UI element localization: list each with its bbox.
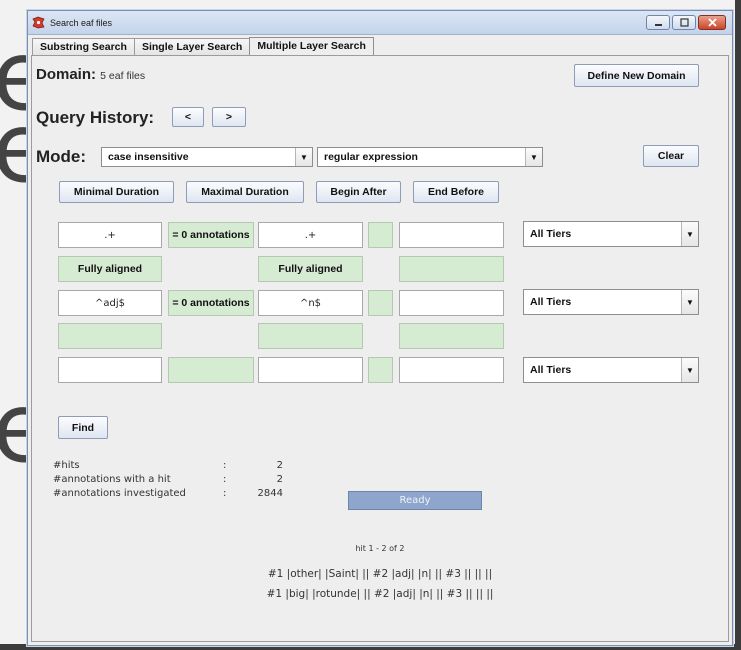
chevron-down-icon: ▼ <box>681 222 698 246</box>
end-before-button[interactable]: End Before <box>413 181 499 203</box>
begin-after-button[interactable]: Begin After <box>316 181 401 203</box>
domain-row: Domain: 5 eaf files <box>36 66 145 83</box>
result-line[interactable]: #1 |other| |Saint| || #2 |adj| |n| || #3… <box>32 568 728 580</box>
query-field-row1-col2[interactable]: .+ <box>258 222 363 248</box>
annotations-hit-value: 2 <box>276 473 283 485</box>
annotations-investigated-label: #annotations investigated <box>53 487 186 499</box>
clear-button[interactable]: Clear <box>643 145 699 167</box>
query-field-row1-col3[interactable] <box>399 222 504 248</box>
minimize-button[interactable] <box>646 15 670 30</box>
title-bar[interactable]: Search eaf files <box>28 11 732 35</box>
relation-row1-col2[interactable] <box>368 222 393 248</box>
alignment-row1-col1[interactable]: Fully aligned <box>58 256 162 282</box>
tier-select-row2-value: All Tiers <box>530 296 572 308</box>
define-new-domain-button[interactable]: Define New Domain <box>574 64 699 87</box>
annotations-hit-label: #annotations with a hit <box>53 473 171 485</box>
hits-label: #hits <box>53 459 80 471</box>
domain-label: Domain: <box>36 66 96 83</box>
tier-select-row1[interactable]: All Tiers ▼ <box>523 221 699 247</box>
close-button[interactable] <box>698 15 726 30</box>
app-icon <box>32 16 45 29</box>
relation-row3-col2[interactable] <box>368 357 393 383</box>
tab-bar: Substring Search Single Layer Search Mul… <box>32 37 374 55</box>
alignment-row2-col3[interactable] <box>399 323 504 349</box>
maximize-icon <box>679 18 689 27</box>
chevron-down-icon: ▼ <box>681 358 698 382</box>
annotations-investigated-value: 2844 <box>257 487 283 499</box>
statistics: #hits : 2 #annotations with a hit : 2 #a… <box>53 458 283 500</box>
relation-row2[interactable]: = 0 annotations <box>168 290 254 316</box>
status-bar: Ready <box>348 491 482 510</box>
search-window: Search eaf files Substring Search Single… <box>27 10 733 646</box>
search-type-value: regular expression <box>324 151 418 163</box>
query-field-row2-col1[interactable]: ^adj$ <box>58 290 162 316</box>
stat-separator: : <box>223 473 227 485</box>
relation-row2-col2[interactable] <box>368 290 393 316</box>
minimal-duration-button[interactable]: Minimal Duration <box>59 181 174 203</box>
hit-range: hit 1 - 2 of 2 <box>355 544 405 553</box>
chevron-down-icon: ▼ <box>295 148 312 166</box>
mode-label: Mode: <box>36 147 87 166</box>
query-field-row2-col3[interactable] <box>399 290 504 316</box>
result-line[interactable]: #1 |big| |rotunde| || #2 |adj| |n| || #3… <box>32 588 728 600</box>
query-field-row3-col2[interactable] <box>258 357 363 383</box>
tab-single-layer-search[interactable]: Single Layer Search <box>133 38 251 55</box>
tier-select-row1-value: All Tiers <box>530 228 572 240</box>
chevron-down-icon: ▼ <box>681 290 698 314</box>
tab-substring-search[interactable]: Substring Search <box>32 38 135 55</box>
relation-row3[interactable] <box>168 357 254 383</box>
hits-value: 2 <box>276 459 283 471</box>
case-mode-value: case insensitive <box>108 151 189 163</box>
history-prev-button[interactable]: < <box>172 107 204 127</box>
alignment-row1-col2[interactable]: Fully aligned <box>258 256 363 282</box>
close-icon <box>707 18 717 27</box>
query-field-row2-col2[interactable]: ^n$ <box>258 290 363 316</box>
tab-content: Domain: 5 eaf files Define New Domain Qu… <box>31 55 729 642</box>
tier-select-row3[interactable]: All Tiers ▼ <box>523 357 699 383</box>
stat-separator: : <box>223 459 227 471</box>
window-title: Search eaf files <box>50 17 113 28</box>
maximal-duration-button[interactable]: Maximal Duration <box>186 181 304 203</box>
desktop-edge <box>735 0 741 650</box>
stat-separator: : <box>223 487 227 499</box>
query-history-label: Query History: <box>36 108 155 127</box>
domain-value: 5 eaf files <box>100 70 146 82</box>
tier-select-row2[interactable]: All Tiers ▼ <box>523 289 699 315</box>
tier-select-row3-value: All Tiers <box>530 364 572 376</box>
maximize-button[interactable] <box>672 15 696 30</box>
query-field-row3-col1[interactable] <box>58 357 162 383</box>
query-field-row1-col1[interactable]: .+ <box>58 222 162 248</box>
relation-row1[interactable]: = 0 annotations <box>168 222 254 248</box>
case-mode-select[interactable]: case insensitive ▼ <box>101 147 313 167</box>
query-field-row3-col3[interactable] <box>399 357 504 383</box>
alignment-row2-col1[interactable] <box>58 323 162 349</box>
alignment-row1-col3[interactable] <box>399 256 504 282</box>
search-type-select[interactable]: regular expression ▼ <box>317 147 543 167</box>
minimize-icon <box>654 24 662 26</box>
tab-multiple-layer-search[interactable]: Multiple Layer Search <box>249 37 374 55</box>
chevron-down-icon: ▼ <box>525 148 542 166</box>
find-button[interactable]: Find <box>58 416 108 439</box>
history-next-button[interactable]: > <box>212 107 246 127</box>
alignment-row2-col2[interactable] <box>258 323 363 349</box>
